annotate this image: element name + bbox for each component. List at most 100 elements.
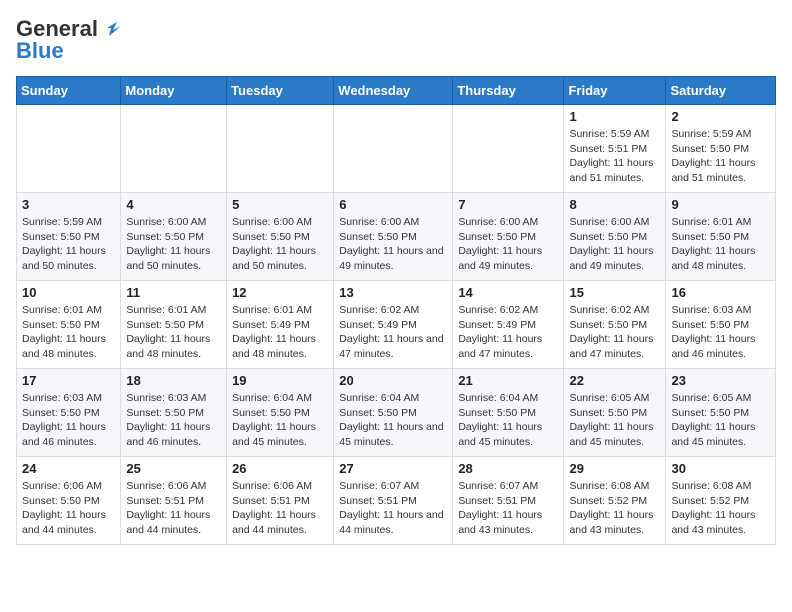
day-number: 3 — [22, 197, 115, 212]
day-number: 14 — [458, 285, 558, 300]
calendar-cell — [17, 105, 121, 193]
weekday-header: Monday — [121, 77, 227, 105]
day-number: 13 — [339, 285, 447, 300]
day-info: Sunrise: 6:05 AM Sunset: 5:50 PM Dayligh… — [671, 391, 770, 450]
day-number: 2 — [671, 109, 770, 124]
day-number: 27 — [339, 461, 447, 476]
calendar-cell — [334, 105, 453, 193]
day-number: 20 — [339, 373, 447, 388]
calendar-cell: 18 Sunrise: 6:03 AM Sunset: 5:50 PM Dayli… — [121, 369, 227, 457]
day-number: 18 — [126, 373, 221, 388]
weekday-header: Wednesday — [334, 77, 453, 105]
day-info: Sunrise: 6:02 AM Sunset: 5:49 PM Dayligh… — [458, 303, 558, 362]
logo-bird-icon — [99, 18, 121, 38]
calendar-header: SundayMondayTuesdayWednesdayThursdayFrid… — [17, 77, 776, 105]
day-info: Sunrise: 6:00 AM Sunset: 5:50 PM Dayligh… — [339, 215, 447, 274]
calendar-cell: 2 Sunrise: 5:59 AM Sunset: 5:50 PM Daylig… — [666, 105, 776, 193]
day-number: 8 — [569, 197, 660, 212]
day-info: Sunrise: 6:00 AM Sunset: 5:50 PM Dayligh… — [232, 215, 328, 274]
day-info: Sunrise: 6:03 AM Sunset: 5:50 PM Dayligh… — [22, 391, 115, 450]
calendar-cell: 22Sunrise: 6:05 AM Sunset: 5:50 PM Dayli… — [564, 369, 666, 457]
calendar-cell: 17 Sunrise: 6:03 AM Sunset: 5:50 PM Dayli… — [17, 369, 121, 457]
day-number: 26 — [232, 461, 328, 476]
calendar-cell: 3 Sunrise: 5:59 AM Sunset: 5:50 PM Daylig… — [17, 193, 121, 281]
calendar-cell: 15 Sunrise: 6:02 AM Sunset: 5:50 PM Dayli… — [564, 281, 666, 369]
calendar-cell: 21 Sunrise: 6:04 AM Sunset: 5:50 PM Dayli… — [453, 369, 564, 457]
day-number: 24 — [22, 461, 115, 476]
day-info: Sunrise: 6:01 AM Sunset: 5:50 PM Dayligh… — [126, 303, 221, 362]
day-info: Sunrise: 6:06 AM Sunset: 5:51 PM Dayligh… — [232, 479, 328, 538]
calendar-cell: 11 Sunrise: 6:01 AM Sunset: 5:50 PM Dayli… — [121, 281, 227, 369]
calendar-cell: 30 Sunrise: 6:08 AM Sunset: 5:52 PM Dayli… — [666, 457, 776, 545]
day-info: Sunrise: 6:04 AM Sunset: 5:50 PM Dayligh… — [232, 391, 328, 450]
day-number: 19 — [232, 373, 328, 388]
calendar-cell: 16 Sunrise: 6:03 AM Sunset: 5:50 PM Dayli… — [666, 281, 776, 369]
day-info: Sunrise: 6:06 AM Sunset: 5:50 PM Dayligh… — [22, 479, 115, 538]
weekday-header: Thursday — [453, 77, 564, 105]
calendar-cell: 24 Sunrise: 6:06 AM Sunset: 5:50 PM Dayli… — [17, 457, 121, 545]
day-number: 25 — [126, 461, 221, 476]
day-info: Sunrise: 6:00 AM Sunset: 5:50 PM Dayligh… — [458, 215, 558, 274]
day-number: 9 — [671, 197, 770, 212]
day-info: Sunrise: 6:01 AM Sunset: 5:50 PM Dayligh… — [22, 303, 115, 362]
day-info: Sunrise: 6:04 AM Sunset: 5:50 PM Dayligh… — [339, 391, 447, 450]
day-number: 6 — [339, 197, 447, 212]
day-info: Sunrise: 6:03 AM Sunset: 5:50 PM Dayligh… — [671, 303, 770, 362]
weekday-header: Saturday — [666, 77, 776, 105]
calendar-cell: 12 Sunrise: 6:01 AM Sunset: 5:49 PM Dayli… — [227, 281, 334, 369]
calendar-table: SundayMondayTuesdayWednesdayThursdayFrid… — [16, 76, 776, 545]
calendar-cell: 29Sunrise: 6:08 AM Sunset: 5:52 PM Dayli… — [564, 457, 666, 545]
calendar-cell — [453, 105, 564, 193]
day-info: Sunrise: 6:08 AM Sunset: 5:52 PM Dayligh… — [569, 479, 660, 538]
day-info: Sunrise: 6:01 AM Sunset: 5:50 PM Dayligh… — [671, 215, 770, 274]
day-info: Sunrise: 6:02 AM Sunset: 5:50 PM Dayligh… — [569, 303, 660, 362]
day-info: Sunrise: 5:59 AM Sunset: 5:51 PM Dayligh… — [569, 127, 660, 186]
logo: General Blue — [16, 16, 121, 64]
calendar-cell: 19 Sunrise: 6:04 AM Sunset: 5:50 PM Dayli… — [227, 369, 334, 457]
day-number: 15 — [569, 285, 660, 300]
day-number: 17 — [22, 373, 115, 388]
day-number: 1 — [569, 109, 660, 124]
calendar-cell: 25 Sunrise: 6:06 AM Sunset: 5:51 PM Dayli… — [121, 457, 227, 545]
weekday-header: Friday — [564, 77, 666, 105]
calendar-week-row: 10 Sunrise: 6:01 AM Sunset: 5:50 PM Dayli… — [17, 281, 776, 369]
calendar-week-row: 3 Sunrise: 5:59 AM Sunset: 5:50 PM Daylig… — [17, 193, 776, 281]
day-number: 12 — [232, 285, 328, 300]
day-number: 22 — [569, 373, 660, 388]
day-info: Sunrise: 6:00 AM Sunset: 5:50 PM Dayligh… — [126, 215, 221, 274]
calendar-cell: 20 Sunrise: 6:04 AM Sunset: 5:50 PM Dayli… — [334, 369, 453, 457]
day-info: Sunrise: 5:59 AM Sunset: 5:50 PM Dayligh… — [671, 127, 770, 186]
calendar-week-row: 1 Sunrise: 5:59 AM Sunset: 5:51 PM Daylig… — [17, 105, 776, 193]
day-number: 5 — [232, 197, 328, 212]
day-info: Sunrise: 6:02 AM Sunset: 5:49 PM Dayligh… — [339, 303, 447, 362]
weekday-header: Sunday — [17, 77, 121, 105]
day-info: Sunrise: 6:08 AM Sunset: 5:52 PM Dayligh… — [671, 479, 770, 538]
calendar-week-row: 17 Sunrise: 6:03 AM Sunset: 5:50 PM Dayli… — [17, 369, 776, 457]
day-number: 7 — [458, 197, 558, 212]
day-number: 16 — [671, 285, 770, 300]
day-info: Sunrise: 6:06 AM Sunset: 5:51 PM Dayligh… — [126, 479, 221, 538]
calendar-cell — [121, 105, 227, 193]
day-info: Sunrise: 5:59 AM Sunset: 5:50 PM Dayligh… — [22, 215, 115, 274]
day-info: Sunrise: 6:07 AM Sunset: 5:51 PM Dayligh… — [339, 479, 447, 538]
day-number: 4 — [126, 197, 221, 212]
day-number: 21 — [458, 373, 558, 388]
day-number: 10 — [22, 285, 115, 300]
day-number: 30 — [671, 461, 770, 476]
day-info: Sunrise: 6:03 AM Sunset: 5:50 PM Dayligh… — [126, 391, 221, 450]
calendar-cell: 6 Sunrise: 6:00 AM Sunset: 5:50 PM Daylig… — [334, 193, 453, 281]
weekday-header: Tuesday — [227, 77, 334, 105]
calendar-cell: 8 Sunrise: 6:00 AM Sunset: 5:50 PM Daylig… — [564, 193, 666, 281]
page-header: General Blue — [16, 16, 776, 64]
calendar-cell: 9 Sunrise: 6:01 AM Sunset: 5:50 PM Daylig… — [666, 193, 776, 281]
calendar-cell — [227, 105, 334, 193]
day-number: 11 — [126, 285, 221, 300]
day-info: Sunrise: 6:01 AM Sunset: 5:49 PM Dayligh… — [232, 303, 328, 362]
calendar-cell: 1 Sunrise: 5:59 AM Sunset: 5:51 PM Daylig… — [564, 105, 666, 193]
day-info: Sunrise: 6:00 AM Sunset: 5:50 PM Dayligh… — [569, 215, 660, 274]
calendar-cell: 10 Sunrise: 6:01 AM Sunset: 5:50 PM Dayli… — [17, 281, 121, 369]
day-info: Sunrise: 6:04 AM Sunset: 5:50 PM Dayligh… — [458, 391, 558, 450]
calendar-cell: 26 Sunrise: 6:06 AM Sunset: 5:51 PM Dayli… — [227, 457, 334, 545]
calendar-cell: 28Sunrise: 6:07 AM Sunset: 5:51 PM Dayli… — [453, 457, 564, 545]
calendar-cell: 13 Sunrise: 6:02 AM Sunset: 5:49 PM Dayli… — [334, 281, 453, 369]
